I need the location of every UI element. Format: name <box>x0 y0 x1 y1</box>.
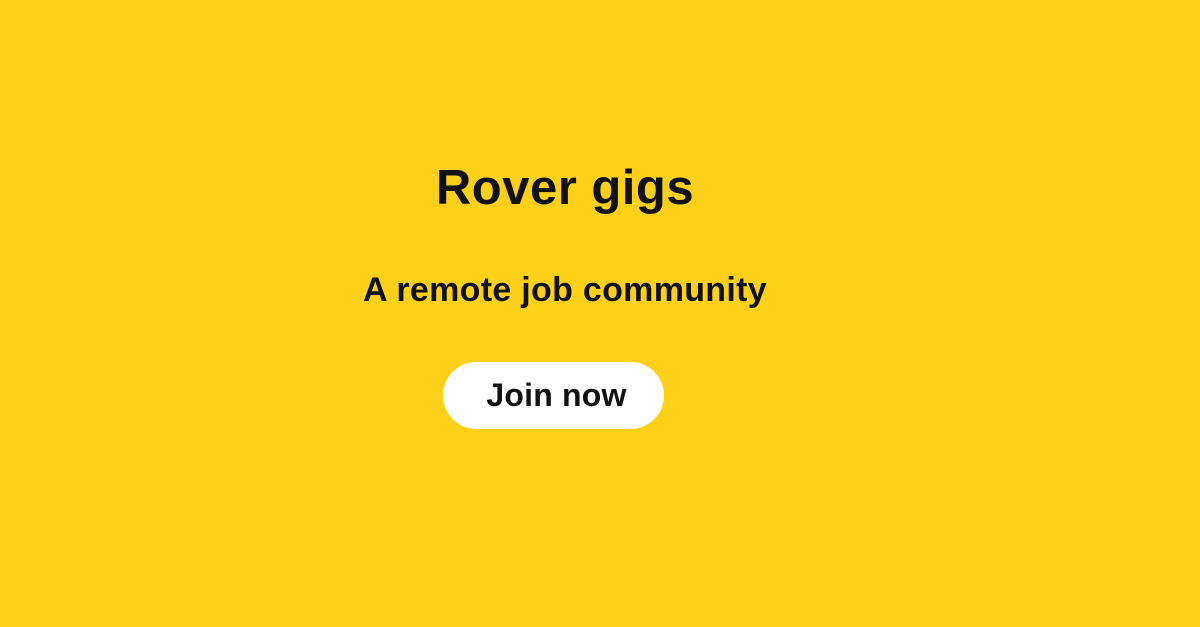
banner-subtitle: A remote job community <box>363 271 767 309</box>
join-now-button-label: Join now <box>486 377 627 413</box>
join-now-button[interactable]: Join now <box>443 362 664 429</box>
promo-banner: { "banner": { "title": "Rover gigs", "su… <box>0 0 1200 627</box>
banner-title: Rover gigs <box>435 161 695 215</box>
